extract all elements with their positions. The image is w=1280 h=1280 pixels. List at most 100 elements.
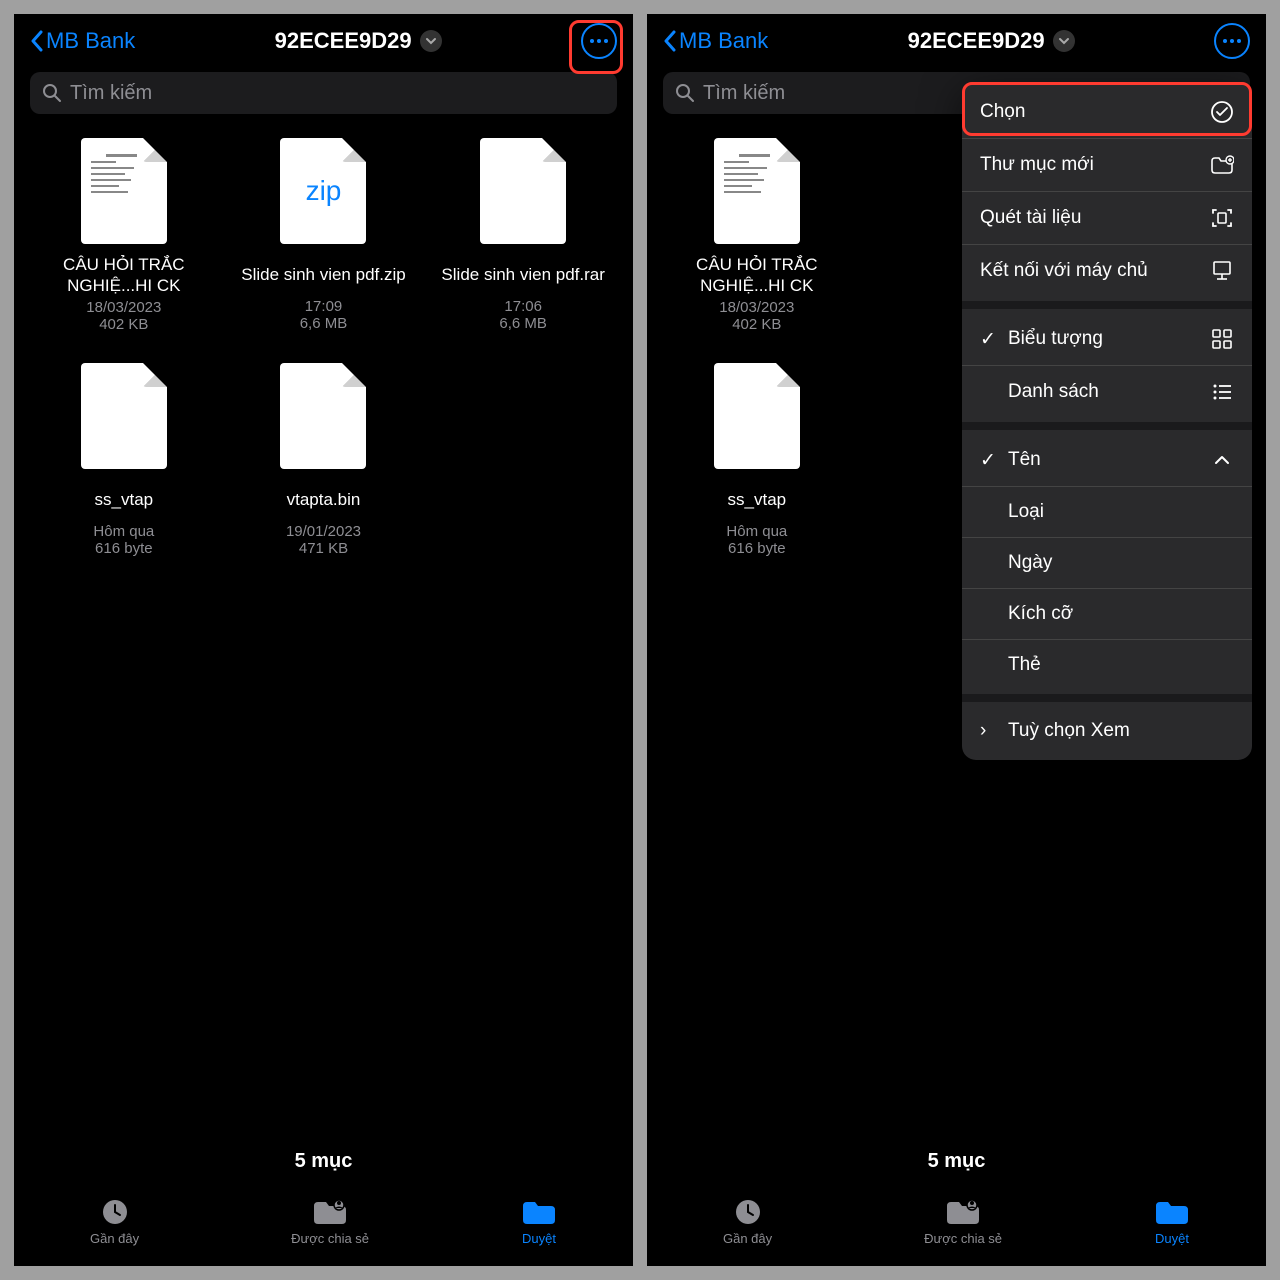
menu-item-chọn[interactable]: Chọn xyxy=(962,86,1252,139)
chevron-left-icon xyxy=(663,30,677,52)
file-icon xyxy=(280,363,366,469)
clock-icon xyxy=(730,1197,766,1227)
chevron-left-icon xyxy=(30,30,44,52)
menu-label: Loại xyxy=(1008,501,1044,523)
file-size: 402 KB xyxy=(732,316,781,333)
back-label: MB Bank xyxy=(46,28,135,54)
title[interactable]: 92ECEE9D29 xyxy=(275,28,442,54)
menu-item-tên[interactable]: ✓Tên xyxy=(962,434,1252,487)
file-item[interactable]: ss_vtap Hôm qua616 byte xyxy=(24,363,224,557)
tab-shared[interactable]: Được chia sẻ xyxy=(291,1197,369,1246)
menu-item-kết-nối-với-máy-chủ[interactable]: Kết nối với máy chủ xyxy=(962,245,1252,297)
left-phone: MB Bank 92ECEE9D29 Tìm kiếm CÂU HỎI TRẮC… xyxy=(14,14,633,1266)
tab-recent[interactable]: Gần đây xyxy=(90,1197,139,1246)
menu-item-biểu-tượng[interactable]: ✓Biểu tượng xyxy=(962,313,1252,366)
menu-item-quét-tài-liệu[interactable]: Quét tài liệu xyxy=(962,192,1252,245)
file-name: ss_vtap xyxy=(724,479,791,521)
tab-browse[interactable]: Duyệt xyxy=(1154,1197,1190,1246)
menu-item-danh-sách[interactable]: Danh sách xyxy=(962,366,1252,418)
file-date: Hôm qua xyxy=(93,523,154,540)
file-name: vtapta.bin xyxy=(283,479,365,521)
menu-label: Kết nối với máy chủ xyxy=(980,260,1148,282)
zip-icon: zip xyxy=(280,138,366,244)
item-count: 5 mục xyxy=(647,1136,1266,1187)
title[interactable]: 92ECEE9D29 xyxy=(908,28,1075,54)
menu-label: Tuỳ chọn Xem xyxy=(1008,720,1130,742)
search-placeholder: Tìm kiếm xyxy=(703,82,785,105)
file-date: 18/03/2023 xyxy=(719,299,794,316)
menu-item-loại[interactable]: Loại xyxy=(962,487,1252,538)
check-circle-icon xyxy=(1210,100,1234,124)
header: MB Bank 92ECEE9D29 xyxy=(14,14,633,64)
more-button[interactable] xyxy=(1214,23,1250,59)
search-icon xyxy=(42,83,62,103)
file-icon xyxy=(480,138,566,244)
file-size: 402 KB xyxy=(99,316,148,333)
tab-browse[interactable]: Duyệt xyxy=(521,1197,557,1246)
file-item[interactable]: ss_vtap Hôm qua616 byte xyxy=(657,363,857,557)
menu-label: Thẻ xyxy=(1008,654,1041,676)
file-item[interactable]: CÂU HỎI TRẮC NGHIỆ...HI CK 18/03/2023402 … xyxy=(24,138,224,333)
scan-icon xyxy=(1210,206,1234,230)
file-size: 616 byte xyxy=(95,540,153,557)
menu-label: Ngày xyxy=(1008,552,1052,574)
file-grid: CÂU HỎI TRẮC NGHIỆ...HI CK 18/03/2023402 … xyxy=(14,118,633,1136)
folder-plus-icon xyxy=(1210,153,1234,177)
file-date: 19/01/2023 xyxy=(286,523,361,540)
tab-recent[interactable]: Gần đây xyxy=(723,1197,772,1246)
menu-label: Quét tài liệu xyxy=(980,207,1081,229)
file-size: 616 byte xyxy=(728,540,786,557)
file-icon xyxy=(81,363,167,469)
menu-item-kích-cỡ[interactable]: Kích cỡ xyxy=(962,589,1252,640)
file-name: CÂU HỎI TRẮC NGHIỆ...HI CK xyxy=(24,254,224,297)
context-menu: Chọn Thư mục mới Quét tài liệu Kết nối với … xyxy=(962,82,1252,760)
server-icon xyxy=(1210,259,1234,283)
menu-item-ngày[interactable]: Ngày xyxy=(962,538,1252,589)
back-button[interactable]: MB Bank xyxy=(30,28,135,54)
doc-icon xyxy=(81,138,167,244)
file-date: 18/03/2023 xyxy=(86,299,161,316)
title-text: 92ECEE9D29 xyxy=(275,28,412,54)
file-date: 17:09 xyxy=(305,298,343,315)
chevron-down-icon xyxy=(420,30,442,52)
list-icon xyxy=(1210,380,1234,404)
back-button[interactable]: MB Bank xyxy=(663,28,768,54)
file-name: Slide sinh vien pdf.zip xyxy=(237,254,409,296)
file-item[interactable]: vtapta.bin 19/01/2023471 KB xyxy=(224,363,424,557)
shared-folder-icon xyxy=(945,1197,981,1227)
menu-label: Kích cỡ xyxy=(1008,603,1073,625)
tabbar: Gần đây Được chia sẻ Duyệt xyxy=(647,1187,1266,1266)
menu-label: Chọn xyxy=(980,101,1025,123)
chevron-up-icon xyxy=(1210,448,1234,472)
file-icon xyxy=(714,363,800,469)
back-label: MB Bank xyxy=(679,28,768,54)
header: MB Bank 92ECEE9D29 xyxy=(647,14,1266,64)
file-name: Slide sinh vien pdf.rar xyxy=(437,254,608,296)
file-name: ss_vtap xyxy=(91,479,158,521)
tabbar: Gần đây Được chia sẻ Duyệt xyxy=(14,1187,633,1266)
menu-item-thư-mục-mới[interactable]: Thư mục mới xyxy=(962,139,1252,192)
file-item[interactable]: zipSlide sinh vien pdf.zip17:096,6 MB xyxy=(224,138,424,333)
menu-item-tuỳ-chọn-xem[interactable]: ›Tuỳ chọn Xem xyxy=(962,706,1252,756)
tab-shared[interactable]: Được chia sẻ xyxy=(924,1197,1002,1246)
item-count: 5 mục xyxy=(14,1136,633,1187)
menu-label: Danh sách xyxy=(1008,381,1099,403)
shared-folder-icon xyxy=(312,1197,348,1227)
search-input[interactable]: Tìm kiếm xyxy=(30,72,617,114)
title-text: 92ECEE9D29 xyxy=(908,28,1045,54)
folder-icon xyxy=(1154,1197,1190,1227)
file-name: CÂU HỎI TRẮC NGHIỆ...HI CK xyxy=(657,254,857,297)
file-size: 471 KB xyxy=(299,540,348,557)
more-button[interactable] xyxy=(581,23,617,59)
menu-label: Thư mục mới xyxy=(980,154,1094,176)
file-date: Hôm qua xyxy=(726,523,787,540)
search-placeholder: Tìm kiếm xyxy=(70,82,152,105)
file-size: 6,6 MB xyxy=(499,315,547,332)
right-phone: MB Bank 92ECEE9D29 Tìm kiếm CÂU HỎI TRẮC… xyxy=(647,14,1266,1266)
file-item[interactable]: CÂU HỎI TRẮC NGHIỆ...HI CK 18/03/2023402 … xyxy=(657,138,857,333)
menu-item-thẻ[interactable]: Thẻ xyxy=(962,640,1252,690)
chevron-down-icon xyxy=(1053,30,1075,52)
clock-icon xyxy=(97,1197,133,1227)
file-item[interactable]: Slide sinh vien pdf.rar17:066,6 MB xyxy=(423,138,623,333)
menu-label: Biểu tượng xyxy=(1008,328,1103,350)
